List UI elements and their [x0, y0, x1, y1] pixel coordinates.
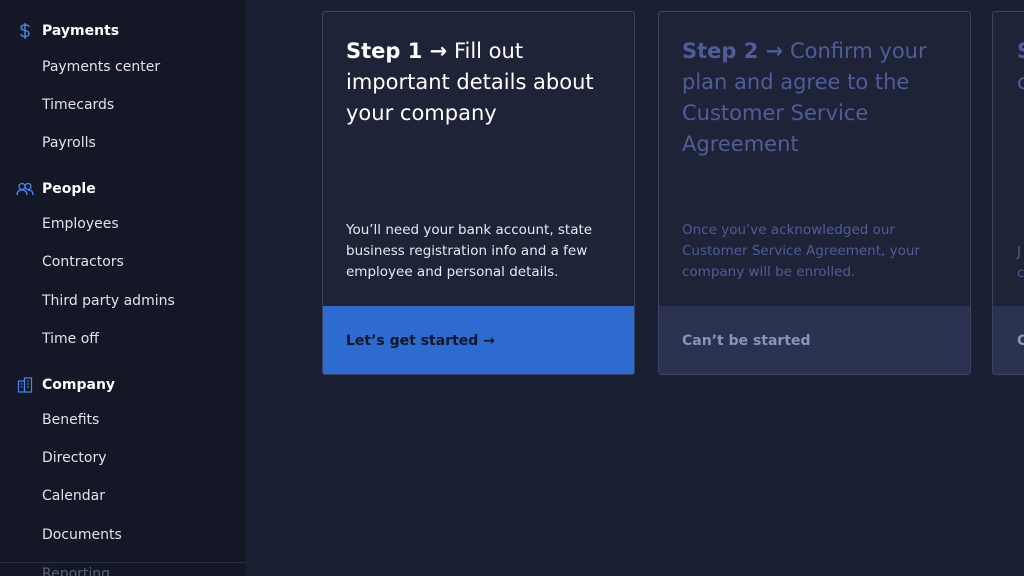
step-3-desc-line1: J: [1017, 244, 1021, 260]
step-1-label: Step 1 →: [346, 39, 448, 63]
nav-item-third-party-admins[interactable]: Third party admins: [42, 293, 175, 309]
nav-item-contractors[interactable]: Contractors: [42, 254, 124, 270]
get-started-button[interactable]: Let’s get started →: [323, 306, 634, 374]
dollar-icon: [16, 22, 34, 40]
nav-item-calendar[interactable]: Calendar: [42, 488, 105, 504]
section-people-label: People: [42, 181, 96, 197]
nav-item-employees[interactable]: Employees: [42, 216, 119, 232]
step-card-3-title: S c: [1017, 36, 1024, 98]
step-card-3: S c J c C: [992, 11, 1024, 375]
sidebar: Payments Payments center Timecards Payro…: [0, 0, 246, 576]
step-card-2-title: Step 2 → Confirm your plan and agree to …: [682, 36, 952, 160]
step-card-2: Step 2 → Confirm your plan and agree to …: [658, 11, 971, 375]
step-3-desc-line2: c: [1017, 265, 1024, 281]
step-3-action: C: [993, 306, 1024, 374]
section-payments-label: Payments: [42, 23, 120, 39]
nav-item-directory[interactable]: Directory: [42, 450, 107, 466]
step-card-1: Step 1 → Fill out important details abou…: [322, 11, 635, 375]
nav-item-payments-center[interactable]: Payments center: [42, 59, 160, 75]
step-card-3-description: J c: [1017, 242, 1024, 284]
step-2-label: Step 2 →: [682, 39, 784, 63]
nav-item-benefits[interactable]: Benefits: [42, 412, 99, 428]
nav-item-time-off[interactable]: Time off: [42, 331, 99, 347]
section-company[interactable]: Company: [16, 376, 115, 394]
nav-item-documents[interactable]: Documents: [42, 527, 122, 543]
nav-item-timecards[interactable]: Timecards: [42, 97, 114, 113]
section-people[interactable]: People: [16, 180, 96, 198]
nav-item-reporting[interactable]: Reporting: [42, 566, 110, 576]
cant-be-started-button: Can’t be started: [659, 306, 970, 374]
section-company-label: Company: [42, 377, 116, 393]
section-payments[interactable]: Payments: [16, 22, 119, 40]
step-3-label: S: [1017, 39, 1024, 63]
step-3-title-line2: c: [1017, 70, 1024, 94]
sidebar-divider: [0, 562, 246, 563]
nav-item-payrolls[interactable]: Payrolls: [42, 135, 96, 151]
building-icon: [16, 376, 34, 394]
people-icon: [16, 180, 34, 198]
step-card-1-description: You’ll need your bank account, state bus…: [346, 222, 593, 280]
step-card-1-title: Step 1 → Fill out important details abou…: [346, 36, 616, 129]
step-card-2-description: Once you’ve acknowledged our Customer Se…: [682, 222, 920, 280]
